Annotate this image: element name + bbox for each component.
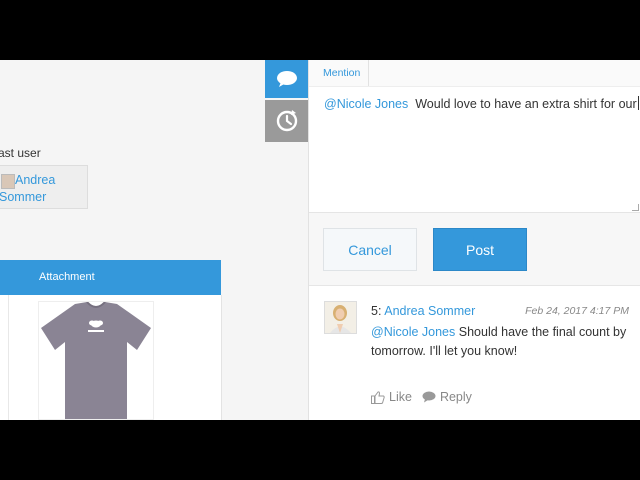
comment-author[interactable]: Andrea Sommer (384, 304, 475, 318)
editor-mention[interactable]: @Nicole Jones (324, 97, 408, 111)
attachment-table-body (0, 295, 222, 420)
comment-author-avatar[interactable] (324, 301, 357, 334)
resize-handle[interactable] (632, 204, 639, 211)
last-user-name[interactable]: Andrea Sommer (0, 172, 85, 206)
like-label: Like (389, 390, 412, 404)
comment-actions: Cancel Post (309, 213, 640, 286)
reply-label: Reply (439, 390, 472, 404)
post-button[interactable]: Post (433, 228, 527, 271)
editor-content[interactable]: @Nicole Jones Would love to have an extr… (324, 96, 639, 111)
like-button[interactable]: Like (371, 390, 412, 404)
record-detail: ast user Andrea Sommer Attachment (0, 60, 265, 420)
reply-button[interactable]: Reply (422, 390, 472, 404)
app-viewport: ast user Andrea Sommer Attachment Mentio… (0, 60, 640, 420)
tab-comments[interactable] (265, 60, 308, 98)
history-icon (276, 110, 297, 132)
speech-bubble-icon (276, 71, 297, 87)
comment-date: Feb 24, 2017 4:17 PM (525, 305, 629, 317)
author-photo (325, 302, 356, 333)
tshirt-image (41, 301, 151, 419)
editor-draft-text: Would love to have an extra shirt for ou… (415, 97, 637, 111)
editor-toolbar: Mention (309, 60, 640, 87)
tab-history[interactable] (265, 100, 308, 142)
comment-mention[interactable]: @Nicole Jones (371, 325, 455, 339)
mention-button[interactable]: Mention (315, 60, 370, 86)
table-divider (8, 295, 9, 420)
comment-item: 5: Andrea Sommer Feb 24, 2017 4:17 PM @N… (309, 286, 640, 420)
comment-body: @Nicole Jones Should have the final coun… (371, 323, 631, 361)
comment-action-bar: Like Reply (371, 390, 472, 404)
comment-number: 5: (371, 304, 382, 318)
comment-panel: Mention @Nicole Jones Would love to have… (308, 60, 640, 420)
attachment-column-header: Attachment (39, 271, 95, 283)
text-caret (637, 96, 639, 110)
cancel-button[interactable]: Cancel (323, 228, 417, 271)
speech-bubble-icon (422, 391, 436, 403)
attachment-table-header: Attachment (0, 260, 221, 295)
attachment-thumbnail[interactable] (38, 301, 154, 420)
last-user-field-label: ast user (0, 146, 41, 160)
last-user-value[interactable]: Andrea Sommer (0, 165, 88, 209)
comment-editor[interactable]: Mention @Nicole Jones Would love to have… (309, 60, 640, 213)
comment-header: 5: Andrea Sommer (371, 304, 475, 318)
thumbs-up-icon (371, 390, 385, 404)
